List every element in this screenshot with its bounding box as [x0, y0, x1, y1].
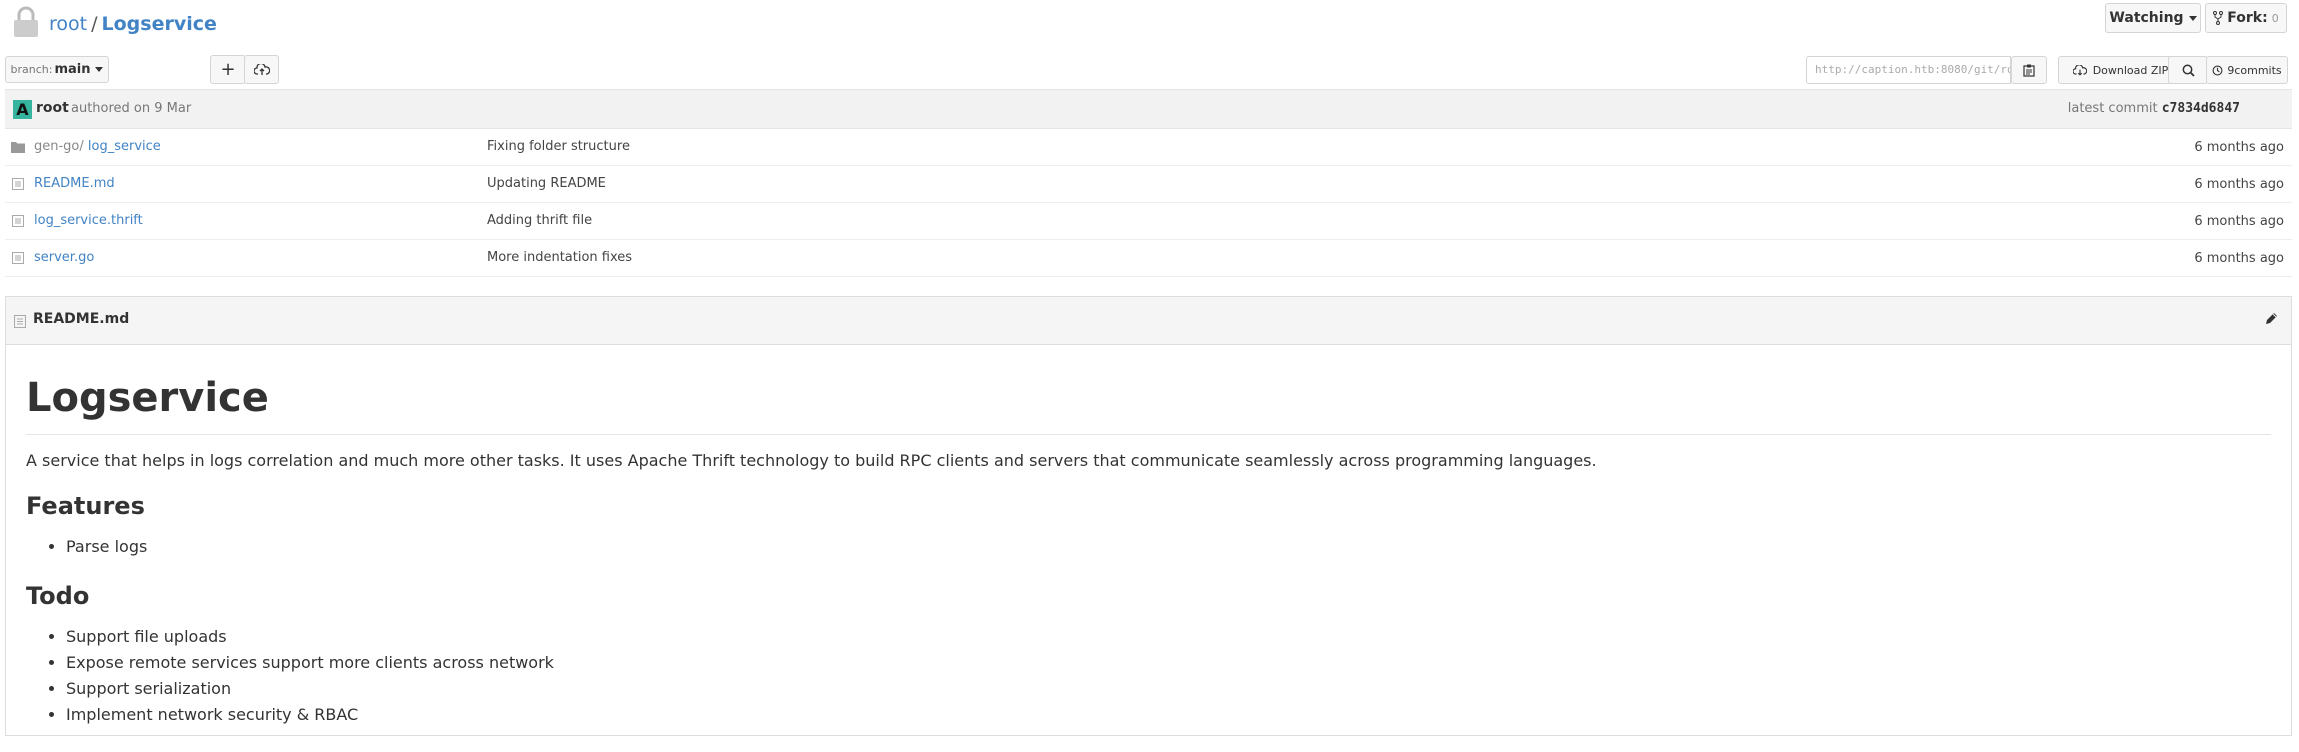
- fork-label: Fork:: [2227, 10, 2268, 26]
- repo-header: root / Logservice Watching Fork: 0: [0, 0, 2299, 55]
- clipboard-icon: [2023, 64, 2035, 77]
- branch-name: main: [54, 62, 91, 77]
- watch-label: Watching: [2109, 10, 2184, 26]
- cloud-download-icon: [2072, 64, 2087, 76]
- chevron-down-icon: [2188, 15, 2197, 21]
- readme-title: Logservice: [26, 375, 2271, 435]
- upload-button[interactable]: [244, 55, 279, 84]
- file-list: gen-go/ log_service Fixing folder struct…: [5, 129, 2292, 277]
- search-icon: [2182, 64, 2195, 77]
- latest-commit-bar: A root authored on 9 Mar latest commit c…: [5, 89, 2292, 129]
- cloud-upload-icon: [253, 63, 270, 75]
- readme-content: Logservice A service that helps in logs …: [6, 375, 2291, 728]
- clone-url-input[interactable]: http://caption.htb:8080/git/root/Logserv…: [1806, 56, 2011, 84]
- new-file-button[interactable]: +: [210, 55, 246, 84]
- commits-count: 9: [2227, 63, 2235, 77]
- list-item: Expose remote services support more clie…: [66, 650, 2271, 676]
- list-item: Support file uploads: [66, 624, 2271, 650]
- pencil-icon[interactable]: [2263, 311, 2279, 327]
- path-separator: /: [91, 13, 98, 35]
- file-name-link[interactable]: server.go: [34, 250, 94, 265]
- list-item: Support serialization: [66, 676, 2271, 702]
- fork-button[interactable]: Fork: 0: [2205, 3, 2287, 33]
- file-age: 6 months ago: [2194, 251, 2284, 266]
- features-list: Parse logs: [26, 534, 2271, 560]
- commit-message-link[interactable]: Updating README: [487, 176, 606, 191]
- history-icon: [2212, 65, 2223, 75]
- file-name-link[interactable]: gen-go/ log_service: [34, 139, 161, 154]
- commits-button[interactable]: 9 commits: [2206, 56, 2288, 84]
- readme-header: README.md: [6, 297, 2291, 345]
- commit-authored-text: authored on 9 Mar: [71, 101, 192, 116]
- file-age: 6 months ago: [2194, 214, 2284, 229]
- readme-description: A service that helps in logs correlation…: [26, 451, 1597, 470]
- watch-button[interactable]: Watching: [2105, 3, 2201, 33]
- list-item: log_service.thrift Adding thrift file 6 …: [5, 203, 2292, 240]
- latest-commit-label: latest commit: [2067, 101, 2158, 116]
- commit-message-link[interactable]: Adding thrift file: [487, 213, 592, 228]
- avatar[interactable]: A: [13, 100, 32, 119]
- list-item: Parse logs: [66, 534, 2271, 560]
- readme-filename: README.md: [33, 311, 130, 327]
- latest-commit: latest commit c7834d6847: [2068, 101, 2240, 116]
- file-age: 6 months ago: [2194, 177, 2284, 192]
- repo-owner-link[interactable]: root: [49, 13, 87, 35]
- file-icon: [12, 252, 24, 264]
- features-heading: Features: [26, 492, 145, 520]
- commit-author[interactable]: root: [36, 100, 69, 116]
- file-age: 6 months ago: [2194, 140, 2284, 155]
- folder-name: log_service: [87, 139, 161, 154]
- download-zip-button[interactable]: Download ZIP: [2058, 56, 2183, 84]
- repo-title: root / Logservice: [49, 11, 217, 37]
- copy-url-button[interactable]: [2011, 56, 2047, 84]
- search-button[interactable]: [2168, 56, 2208, 84]
- commit-message-link[interactable]: Fixing folder structure: [487, 139, 630, 154]
- readme-panel: README.md Logservice A service that help…: [5, 296, 2292, 736]
- folder-prefix: gen-go/: [34, 139, 84, 154]
- list-item: server.go More indentation fixes 6 month…: [5, 240, 2292, 277]
- branch-selector[interactable]: branch: main: [5, 56, 109, 83]
- file-name-link[interactable]: README.md: [34, 176, 115, 191]
- branch-prefix: branch:: [10, 63, 53, 76]
- list-item: gen-go/ log_service Fixing folder struct…: [5, 129, 2292, 166]
- folder-icon: [11, 142, 25, 153]
- commits-label: commits: [2234, 63, 2282, 77]
- list-item: README.md Updating README 6 months ago: [5, 166, 2292, 203]
- list-item: Implement network security & RBAC: [66, 702, 2271, 728]
- todo-heading: Todo: [26, 582, 90, 610]
- file-name-link[interactable]: log_service.thrift: [34, 213, 143, 228]
- lock-icon: [14, 6, 38, 37]
- file-icon: [12, 215, 24, 227]
- commit-message-link[interactable]: More indentation fixes: [487, 250, 632, 265]
- todo-list: Support file uploads Expose remote servi…: [26, 624, 2271, 728]
- fork-count: 0: [2271, 11, 2279, 25]
- download-zip-label: Download ZIP: [2092, 63, 2169, 77]
- fork-icon: [2213, 11, 2224, 25]
- plus-icon: +: [220, 59, 236, 80]
- repo-name-link[interactable]: Logservice: [102, 13, 217, 35]
- file-icon: [12, 178, 24, 190]
- chevron-down-icon: [95, 67, 104, 72]
- file-icon: [14, 315, 26, 328]
- commit-sha-link[interactable]: c7834d6847: [2162, 101, 2240, 116]
